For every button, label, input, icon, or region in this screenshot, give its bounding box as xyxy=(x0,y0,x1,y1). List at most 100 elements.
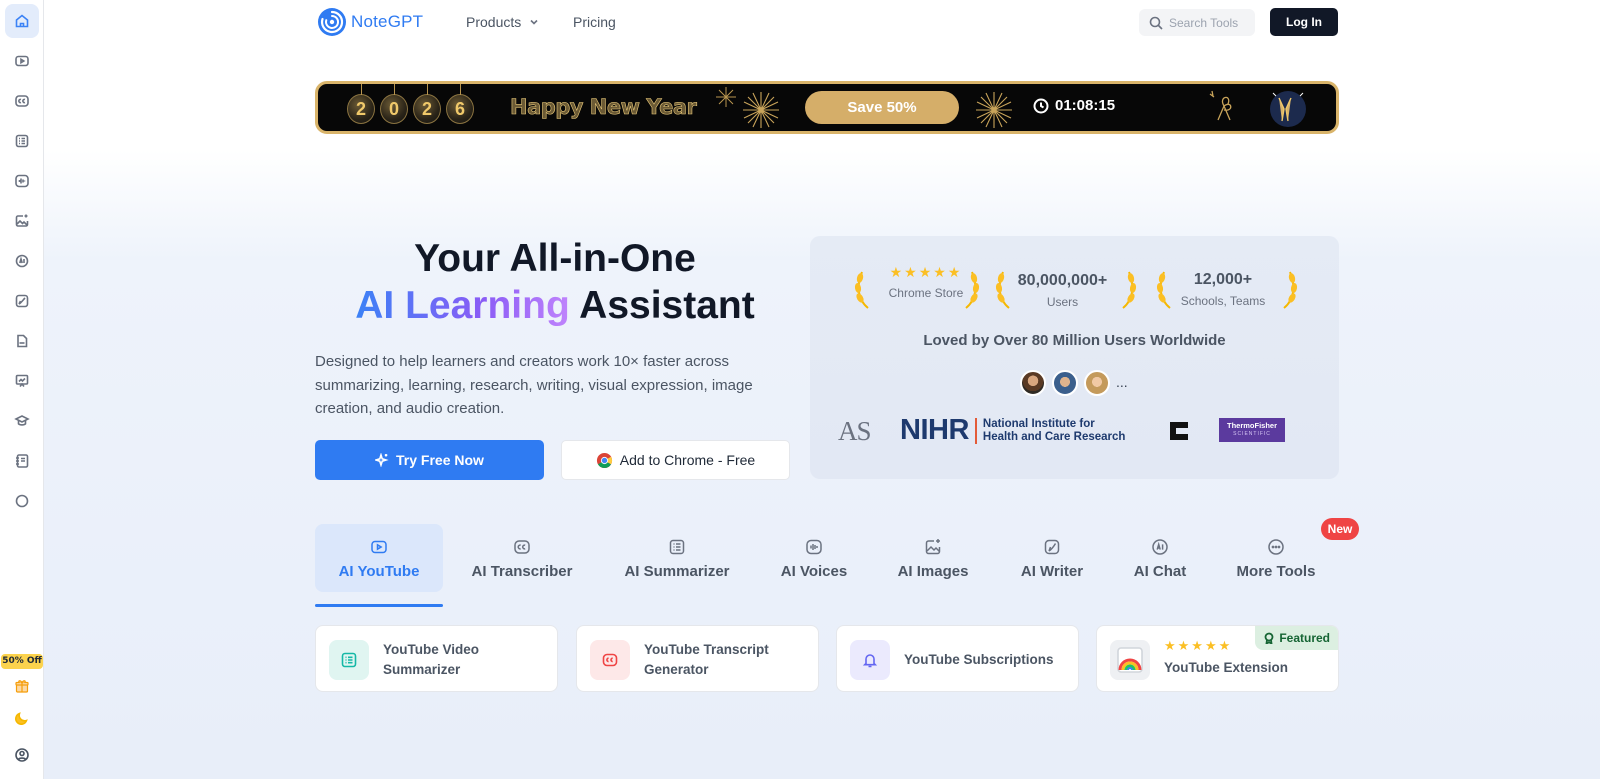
search-tools-input[interactable]: Search Tools xyxy=(1139,9,1255,36)
schools-stat: 12,000+ Schools, Teams xyxy=(1171,271,1275,308)
sidebar-voices-button[interactable] xyxy=(5,164,39,198)
tab-ai-writer[interactable]: AI Writer xyxy=(1010,524,1094,592)
year-ornament: 6 xyxy=(446,84,474,124)
laurel-left-icon xyxy=(854,271,869,309)
user-avatar xyxy=(1052,370,1078,396)
thermo-line2: SCIENTIFIC xyxy=(1233,431,1271,437)
card-icon-wrapper xyxy=(850,640,890,680)
login-button[interactable]: Log In xyxy=(1270,8,1338,36)
sidebar-writer-button[interactable] xyxy=(5,284,39,318)
org-logo-nihr: NIHR National Institute for Health and C… xyxy=(900,414,1125,447)
search-icon xyxy=(1149,16,1163,30)
sidebar-home-button[interactable] xyxy=(5,4,39,38)
clock-icon xyxy=(1033,98,1049,113)
tab-ai-summarizer[interactable]: AI Summarizer xyxy=(612,524,742,592)
tab-label: AI Transcriber xyxy=(471,562,573,580)
ai-bubble-icon xyxy=(1152,538,1168,555)
featured-badge: Featured xyxy=(1255,626,1338,650)
presentation-icon xyxy=(15,374,29,387)
card-youtube-video-summarizer[interactable]: YouTube Video Summarizer xyxy=(315,625,558,692)
gift-button[interactable] xyxy=(5,669,39,703)
voices-icon xyxy=(15,174,29,188)
extension-rating-stars: ★★★★★ xyxy=(1164,638,1233,653)
year-ornament: 2 xyxy=(413,84,441,124)
org-logo-as: AS xyxy=(838,416,872,446)
sidebar-images-button[interactable] xyxy=(5,204,39,238)
dark-mode-toggle[interactable] xyxy=(5,701,39,735)
countdown-timer: 01:08:15 xyxy=(1033,97,1115,114)
card-youtube-extension[interactable]: ★★★★★ YouTube Extension Featured xyxy=(1096,625,1339,692)
graduation-icon xyxy=(14,415,30,426)
sidebar-ai-chat-button[interactable] xyxy=(5,244,39,278)
more-icon xyxy=(15,494,29,508)
transcriber-icon xyxy=(15,95,29,107)
sidebar-summarizer-button[interactable] xyxy=(5,124,39,158)
sidebar-more-button[interactable] xyxy=(5,484,39,518)
pdf-icon xyxy=(17,334,28,348)
tab-label: AI Voices xyxy=(780,562,848,580)
card-title: YouTube Transcript Generator xyxy=(644,642,769,677)
featured-label: Featured xyxy=(1279,631,1330,645)
year-ornament: 2 xyxy=(347,84,375,124)
card-youtube-subscriptions[interactable]: YouTube Subscriptions xyxy=(836,625,1079,692)
promo-badge[interactable]: 50% Off xyxy=(1,654,43,669)
firework-icon xyxy=(716,87,736,107)
sidebar-youtube-button[interactable] xyxy=(5,44,39,78)
schools-label: Schools, Teams xyxy=(1180,294,1266,308)
add-to-chrome-button[interactable]: Add to Chrome - Free xyxy=(561,440,790,480)
nav-products-label: Products xyxy=(466,14,522,30)
users-stat: 80,000,000+ Users xyxy=(1010,272,1115,309)
sidebar-graduation-button[interactable] xyxy=(5,404,39,438)
tab-ai-chat[interactable]: AI Chat xyxy=(1122,524,1198,592)
user-avatar xyxy=(1020,370,1046,396)
user-circle-icon xyxy=(15,748,29,762)
tab-more-tools[interactable]: More Tools xyxy=(1226,524,1326,592)
sidebar-presentation-button[interactable] xyxy=(5,364,39,398)
ai-chat-icon xyxy=(15,254,29,268)
tab-label: AI Chat xyxy=(1133,562,1187,580)
bell-icon xyxy=(862,654,878,668)
home-icon xyxy=(15,14,29,28)
nav-products[interactable]: Products xyxy=(466,14,539,30)
card-youtube-transcript-generator[interactable]: YouTube Transcript Generator xyxy=(576,625,819,692)
cummins-logo-icon xyxy=(1170,422,1188,440)
sidebar-transcriber-button[interactable] xyxy=(5,84,39,118)
chrome-store-label: Chrome Store xyxy=(888,286,964,300)
nav-pricing[interactable]: Pricing xyxy=(573,14,616,30)
sidebar-pdf-button[interactable] xyxy=(5,324,39,358)
tab-ai-transcriber[interactable]: AI Transcriber xyxy=(458,524,586,592)
new-year-promo-banner[interactable]: 2 0 2 6 Happy New Year Save 50% 01:08:15 xyxy=(315,81,1339,134)
try-free-now-button[interactable]: Try Free Now xyxy=(315,440,544,480)
feather-icon xyxy=(1044,539,1060,554)
thermo-line1: ThermoFisher xyxy=(1226,421,1277,430)
chrome-store-rating: ★★★★★ Chrome Store xyxy=(876,264,976,300)
nihr-sub2: Health and Care Research xyxy=(982,430,1126,443)
chrome-extension-icon xyxy=(1117,647,1143,673)
brand-logo[interactable]: NoteGPT xyxy=(317,7,423,37)
nihr-divider xyxy=(974,417,977,444)
firework-icon xyxy=(743,92,779,128)
add-to-chrome-label: Add to Chrome - Free xyxy=(619,452,756,468)
save-50-button[interactable]: Save 50% xyxy=(805,91,959,124)
youtube-icon xyxy=(371,540,387,553)
social-proof-panel: ★★★★★ Chrome Store 80,000,000+ Users 12,… xyxy=(810,236,1339,479)
tab-ai-youtube[interactable]: AI YouTube xyxy=(315,524,443,592)
tab-label: AI Writer xyxy=(1020,562,1084,580)
brand-name: NoteGPT xyxy=(351,12,424,31)
chrome-icon xyxy=(596,452,612,468)
card-title: YouTube Video Summarizer xyxy=(383,642,480,677)
left-sidebar: 50% Off xyxy=(0,0,44,779)
sidebar-notebook-button[interactable] xyxy=(5,444,39,478)
hero-title-end: Assistant xyxy=(569,284,755,327)
schools-value: 12,000+ xyxy=(1193,271,1253,288)
card-icon-wrapper xyxy=(329,640,369,680)
summarizer-icon xyxy=(15,134,29,148)
laurel-right-icon xyxy=(1283,271,1298,309)
list-icon xyxy=(669,539,685,554)
tab-ai-images[interactable]: AI Images xyxy=(887,524,979,592)
account-button[interactable] xyxy=(5,738,39,772)
year-ornament: 0 xyxy=(380,84,408,124)
tab-ai-voices[interactable]: AI Voices xyxy=(772,524,856,592)
laurel-right-icon xyxy=(965,271,980,309)
hero-description: Designed to help learners and creators w… xyxy=(315,353,753,417)
